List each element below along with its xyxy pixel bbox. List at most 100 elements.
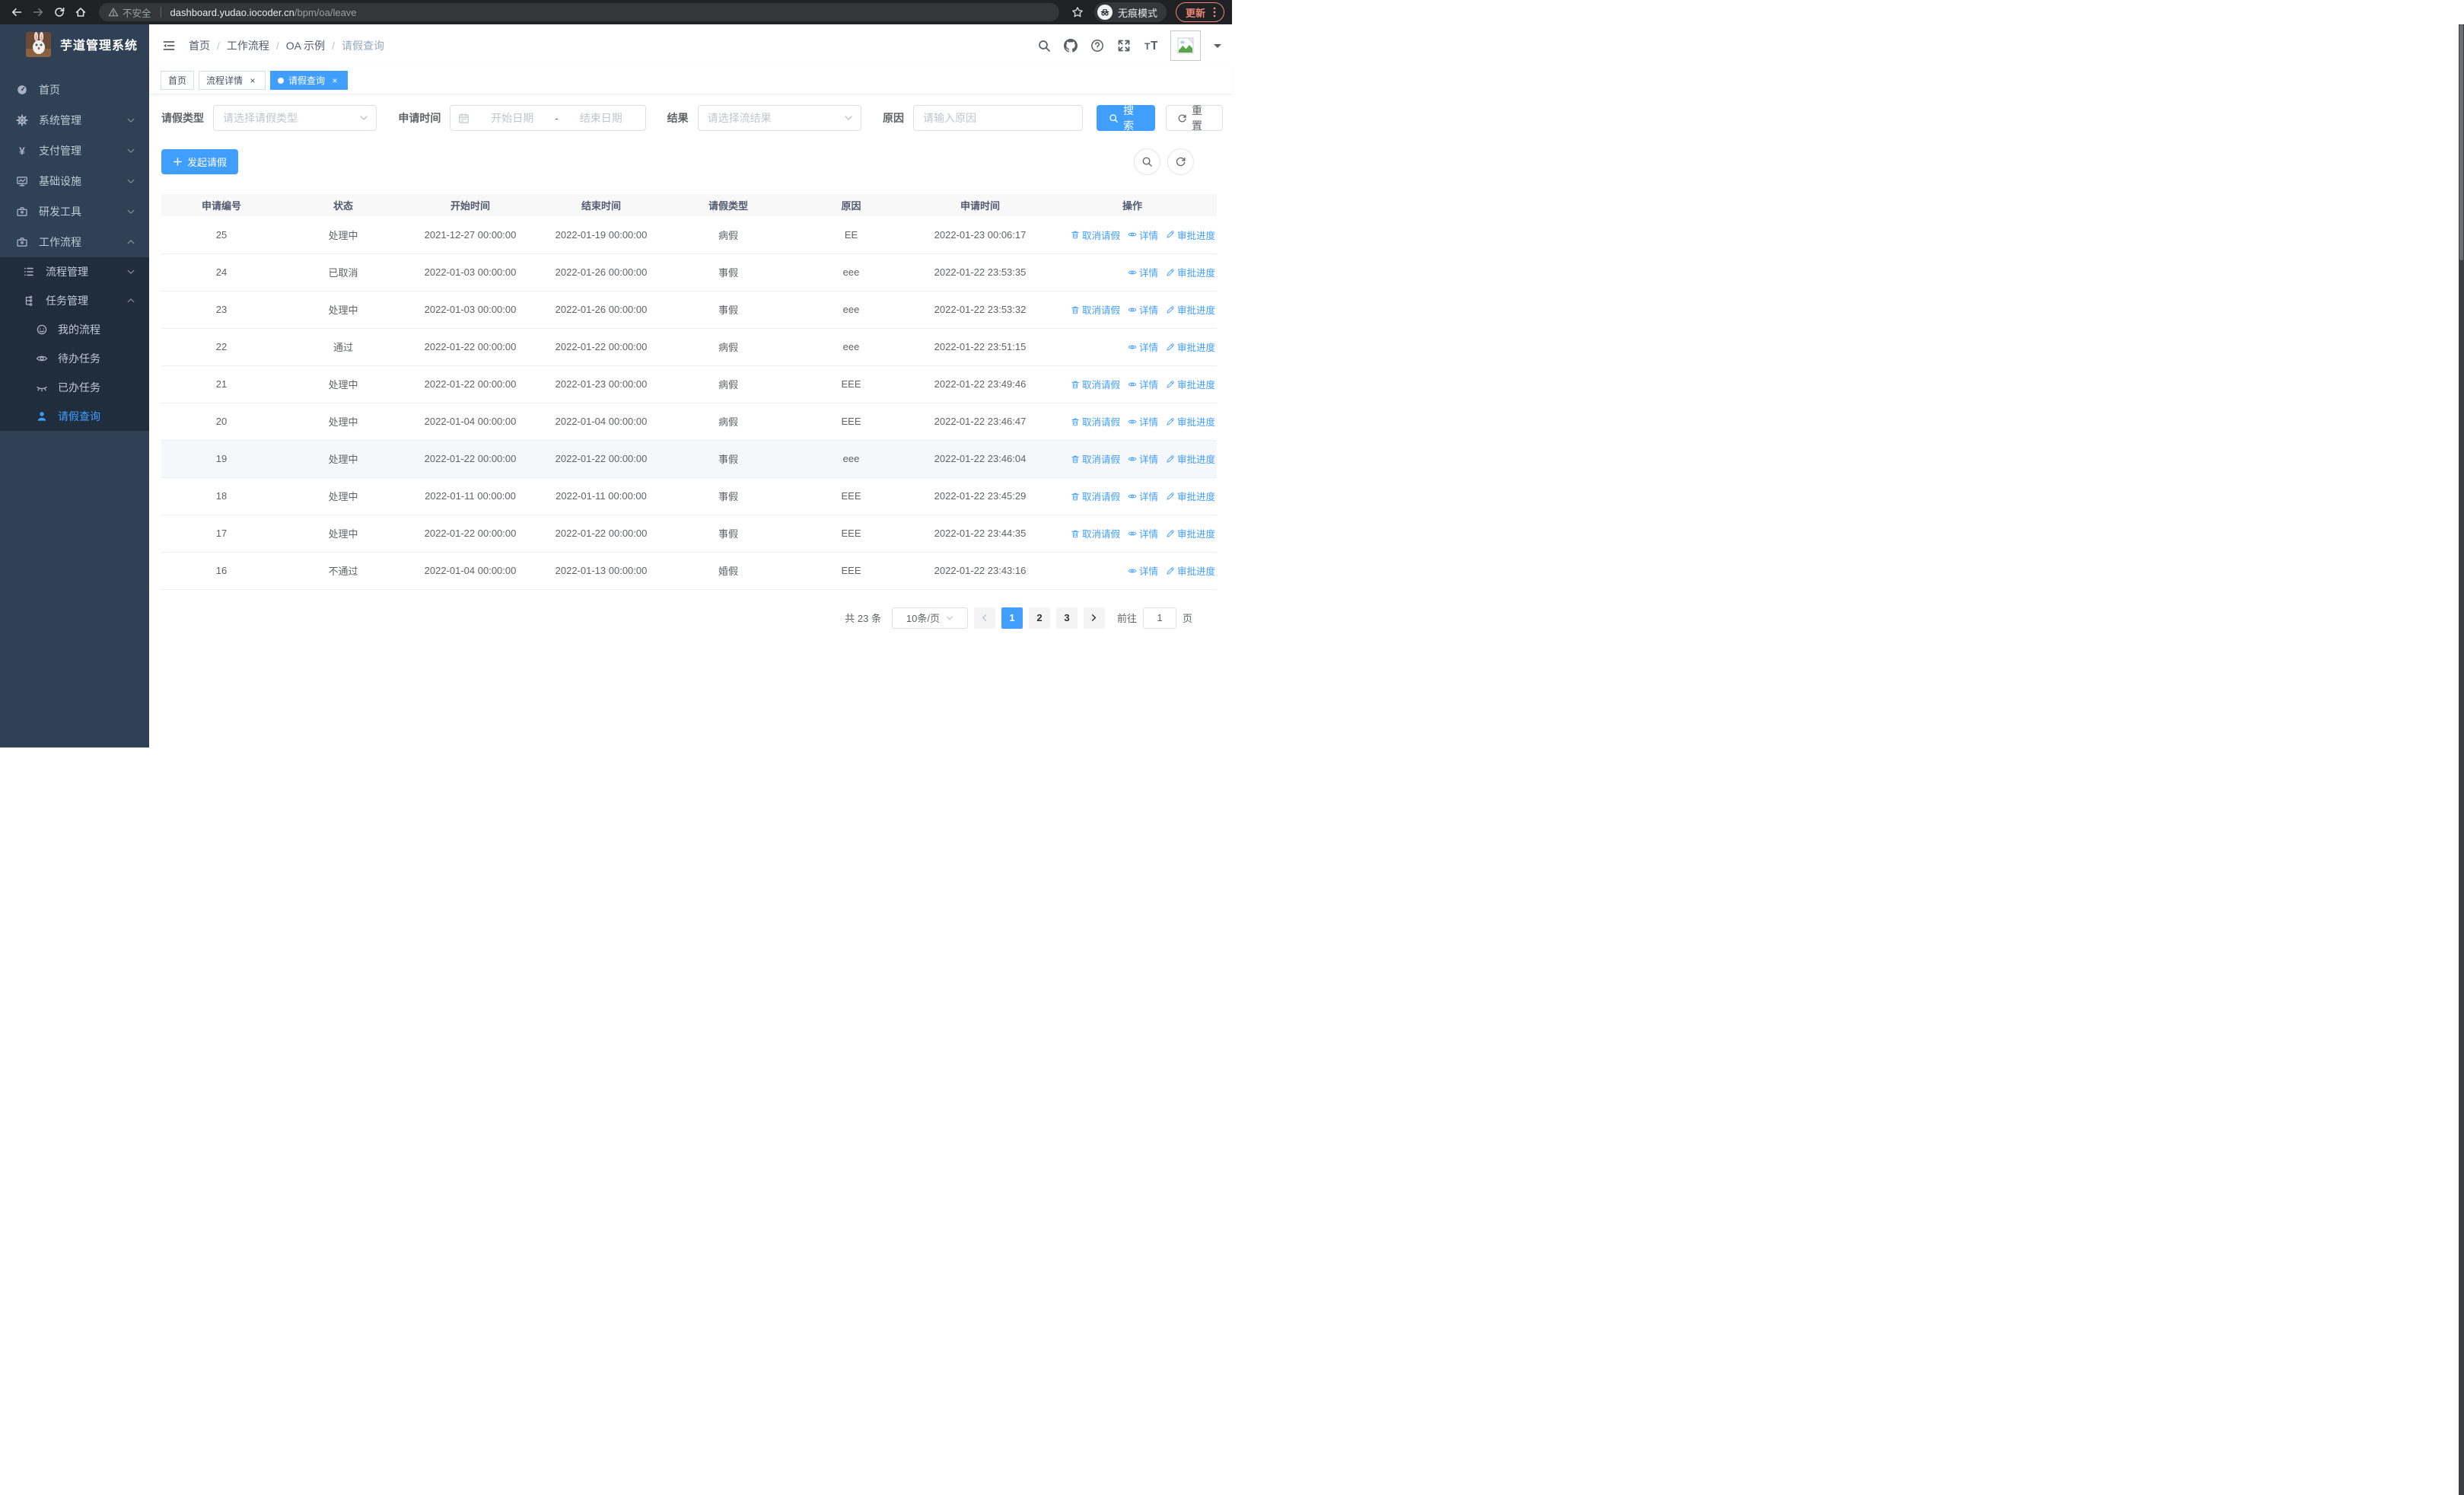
security-warning[interactable]: 不安全 <box>108 5 151 20</box>
sidebar-item-首页[interactable]: 首页 <box>0 75 149 105</box>
reload-icon[interactable] <box>50 3 68 21</box>
cell-reason: EEE <box>790 365 912 403</box>
page-size-select[interactable]: 10条/页 <box>891 607 968 629</box>
leave-table: 申请编号 状态 开始时间 结束时间 请假类型 原因 申请时间 操作 25 处理中 2021-12-… <box>161 194 1217 590</box>
fontsize-icon[interactable]: TT <box>1144 39 1157 53</box>
reset-button[interactable]: 重置 <box>1166 104 1224 132</box>
page-scrollbar[interactable] <box>2459 24 2464 1495</box>
app-logo[interactable]: 芋道管理系统 <box>0 24 149 64</box>
scrollbar-thumb[interactable] <box>2459 24 2463 260</box>
show-search-button[interactable] <box>1134 148 1160 175</box>
cancel-action-link[interactable]: 取消请假 <box>1071 377 1120 391</box>
toolbox-icon <box>16 206 28 218</box>
sidebar-item-系统管理[interactable]: 系统管理 <box>0 105 149 135</box>
sidebar-item-我的流程[interactable]: 我的流程 <box>0 315 149 344</box>
progress-action-link[interactable]: 审批进度 <box>1166 377 1215 391</box>
sidebar-item-label: 工作流程 <box>39 236 81 248</box>
cell-status: 处理中 <box>282 403 405 441</box>
progress-action-link[interactable]: 审批进度 <box>1166 414 1215 429</box>
page-button-1[interactable]: 1 <box>1001 607 1023 629</box>
header-actions: TT <box>1037 30 1221 61</box>
avatar-caret-icon[interactable] <box>1214 43 1221 52</box>
cancel-action-link[interactable]: 取消请假 <box>1071 451 1120 466</box>
cancel-action-link[interactable]: 取消请假 <box>1071 228 1120 242</box>
tab-流程详情[interactable]: 流程详情 × <box>199 71 266 90</box>
detail-action-link[interactable]: 详情 <box>1128 302 1158 317</box>
progress-action-link[interactable]: 审批进度 <box>1166 339 1215 354</box>
eye-icon <box>1128 268 1137 277</box>
progress-action-link[interactable]: 审批进度 <box>1166 563 1215 578</box>
sidebar-item-请假查询[interactable]: 请假查询 <box>0 402 149 431</box>
progress-action-link[interactable]: 审批进度 <box>1166 265 1215 279</box>
close-icon[interactable]: × <box>329 75 340 86</box>
sidebar-item-已办任务[interactable]: 已办任务 <box>0 373 149 402</box>
leave-type-select[interactable]: 请选择请假类型 <box>213 105 377 131</box>
address-bar[interactable]: 不安全 dashboard.yudao.iocoder.cn/bpm/oa/le… <box>99 3 1059 21</box>
forward-icon[interactable] <box>29 3 47 21</box>
breadcrumb-item-2[interactable]: OA 示例 <box>286 38 325 53</box>
apply-time-range-picker[interactable]: 开始日期 - 结束日期 <box>450 105 646 131</box>
search-icon[interactable] <box>1037 39 1051 53</box>
detail-action-link[interactable]: 详情 <box>1128 228 1158 242</box>
progress-action-link[interactable]: 审批进度 <box>1166 451 1215 466</box>
sidebar-item-label: 支付管理 <box>39 145 81 157</box>
sidebar-item-工作流程[interactable]: 工作流程 <box>0 227 149 257</box>
result-select[interactable]: 请选择流结果 <box>697 105 861 131</box>
table-tools <box>1134 148 1223 175</box>
refresh-table-button[interactable] <box>1167 148 1194 175</box>
goto-page-input[interactable] <box>1142 607 1176 629</box>
cell-start: 2022-01-04 00:00:00 <box>405 403 536 441</box>
detail-action-link[interactable]: 详情 <box>1128 414 1158 429</box>
progress-action-link[interactable]: 审批进度 <box>1166 302 1215 317</box>
sidebar-item-支付管理[interactable]: ¥ 支付管理 <box>0 135 149 166</box>
cancel-action-link[interactable]: 取消请假 <box>1071 302 1120 317</box>
back-icon[interactable] <box>8 3 26 21</box>
prev-page-button[interactable] <box>973 607 995 629</box>
next-page-button[interactable] <box>1083 607 1105 629</box>
table-row-19: 19 处理中 2022-01-22 00:00:00 2022-01-22 00:00… <box>161 440 1217 478</box>
column-header-申请时间: 申请时间 <box>912 194 1048 216</box>
sidebar-item-基础设施[interactable]: 基础设施 <box>0 166 149 196</box>
security-warning-label: 不安全 <box>123 8 151 19</box>
tab-请假查询[interactable]: 请假查询 × <box>270 71 349 90</box>
bookmark-star-icon[interactable] <box>1068 3 1087 21</box>
sidebar-item-待办任务[interactable]: 待办任务 <box>0 344 149 373</box>
question-icon[interactable] <box>1090 39 1104 53</box>
kebab-menu-icon[interactable] <box>1213 6 1216 18</box>
detail-action-link[interactable]: 详情 <box>1128 451 1158 466</box>
detail-action-link[interactable]: 详情 <box>1128 563 1158 578</box>
search-button[interactable]: 搜索 <box>1097 104 1156 132</box>
sidebar-item-研发工具[interactable]: 研发工具 <box>0 196 149 227</box>
progress-action-link[interactable]: 审批进度 <box>1166 489 1215 503</box>
create-leave-button[interactable]: 发起请假 <box>161 149 239 174</box>
detail-action-link[interactable]: 详情 <box>1128 489 1158 503</box>
cancel-action-link[interactable]: 取消请假 <box>1071 526 1120 540</box>
fullscreen-icon[interactable] <box>1117 39 1131 53</box>
home-icon[interactable] <box>72 3 90 21</box>
avatar[interactable] <box>1170 30 1201 61</box>
breadcrumb-item-1[interactable]: 工作流程 <box>227 38 269 53</box>
plus-icon <box>173 157 183 167</box>
github-icon[interactable] <box>1064 39 1078 53</box>
tab-首页[interactable]: 首页 <box>161 71 195 90</box>
page-button-2[interactable]: 2 <box>1028 607 1050 629</box>
progress-action-link[interactable]: 审批进度 <box>1166 228 1215 242</box>
sidebar-item-任务管理[interactable]: 任务管理 <box>0 286 149 315</box>
breadcrumb-item-0[interactable]: 首页 <box>189 38 210 53</box>
cell-type: 病假 <box>667 216 790 254</box>
browser-update-button[interactable]: 更新 <box>1175 2 1224 22</box>
detail-action-link[interactable]: 详情 <box>1128 265 1158 279</box>
page-button-3[interactable]: 3 <box>1055 607 1078 629</box>
reason-input[interactable]: 请输入原因 <box>913 105 1084 131</box>
detail-action-link[interactable]: 详情 <box>1128 526 1158 540</box>
cancel-action-label: 取消请假 <box>1081 380 1120 390</box>
sidebar-fold-icon[interactable] <box>161 38 177 53</box>
progress-action-link[interactable]: 审批进度 <box>1166 526 1215 540</box>
cancel-action-link[interactable]: 取消请假 <box>1071 489 1120 503</box>
detail-action-link[interactable]: 详情 <box>1128 377 1158 391</box>
close-icon[interactable]: × <box>247 75 258 86</box>
sidebar-item-流程管理[interactable]: 流程管理 <box>0 257 149 286</box>
cell-start: 2022-01-22 00:00:00 <box>405 515 536 553</box>
detail-action-link[interactable]: 详情 <box>1128 339 1158 354</box>
cancel-action-link[interactable]: 取消请假 <box>1071 414 1120 429</box>
